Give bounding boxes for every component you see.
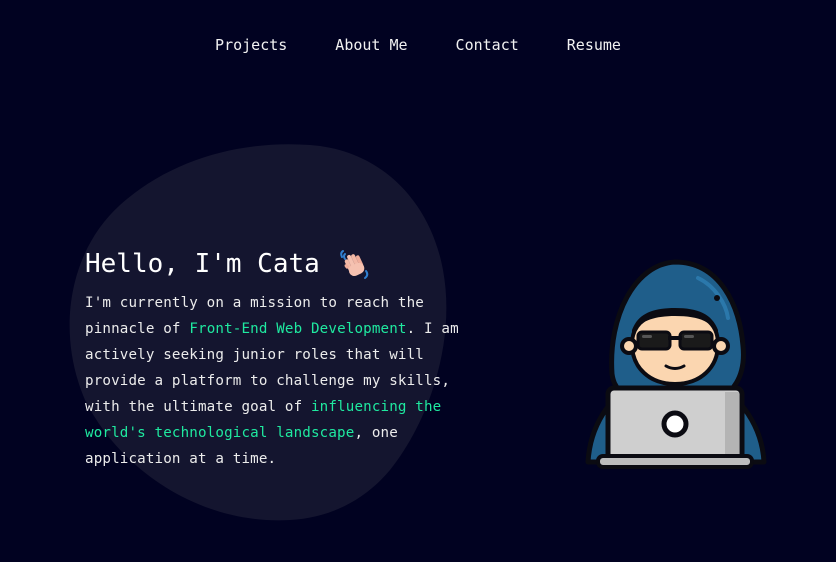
bio-highlight: Front-End Web Development bbox=[189, 321, 407, 337]
hero-section: Hello, I'm Cata I'm currently on a missi… bbox=[85, 246, 485, 472]
hero-heading-text: Hello, I'm Cata bbox=[85, 249, 320, 279]
bio-text: I'm currently on a mission to reach the bbox=[85, 295, 424, 311]
bio-text: with the ultimate goal of bbox=[85, 399, 311, 415]
bio-text: pinnacle of bbox=[85, 321, 190, 337]
bio-text: application at a time. bbox=[85, 451, 277, 467]
portfolio-page: Projects About Me Contact Resume Hello, … bbox=[0, 0, 836, 562]
hero-bio: I'm currently on a mission to reach the p… bbox=[85, 290, 485, 472]
bio-highlight: world's technological landscape bbox=[85, 425, 355, 441]
waving-hand-icon bbox=[338, 247, 372, 281]
hero-heading: Hello, I'm Cata bbox=[85, 246, 485, 282]
bio-text: provide a platform to challenge my skill… bbox=[85, 373, 451, 389]
bio-highlight: influencing the bbox=[310, 399, 442, 415]
bio-text: actively seeking junior roles that will bbox=[85, 347, 424, 363]
hooded-hacker-with-laptop-icon bbox=[580, 256, 770, 470]
bio-text: . I am bbox=[406, 321, 459, 337]
bio-text: , one bbox=[354, 425, 398, 441]
